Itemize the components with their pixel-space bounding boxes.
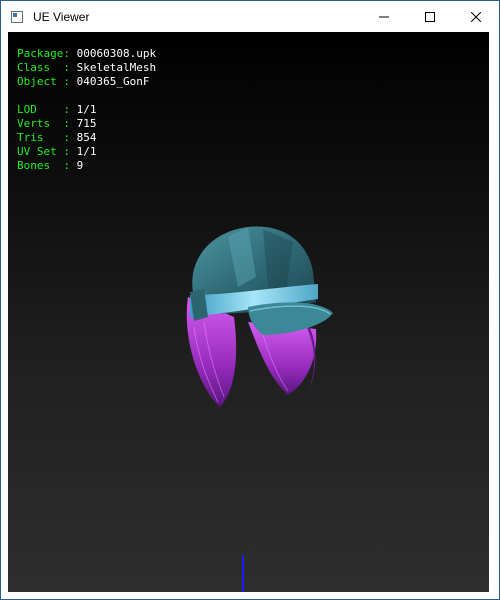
info-object: Object : 040365_GonF: [17, 75, 150, 88]
mesh-info-overlay: Package: 00060308.upk Class : SkeletalMe…: [17, 47, 156, 173]
3d-viewport[interactable]: Package: 00060308.upk Class : SkeletalMe…: [8, 32, 489, 592]
info-uvset: UV Set : 1/1: [17, 145, 97, 158]
info-lod: LOD : 1/1: [17, 103, 97, 116]
maximize-button[interactable]: [407, 1, 453, 32]
ue-viewer-window: UE Viewer Package: 00060308.upk Class: …: [0, 0, 500, 600]
info-package: Package: 00060308.upk: [17, 47, 157, 60]
info-bones: Bones : 9: [17, 159, 84, 172]
window-title: UE Viewer: [33, 9, 90, 24]
window-controls: [361, 1, 499, 32]
app-icon: [11, 10, 23, 23]
title-bar[interactable]: UE Viewer: [1, 1, 499, 32]
info-class: Class : SkeletalMesh: [17, 61, 157, 74]
minimize-button[interactable]: [361, 1, 407, 32]
z-axis-line: [242, 556, 244, 592]
close-icon: [471, 11, 481, 22]
info-tris: Tris : 854: [17, 131, 97, 144]
maximize-icon: [425, 11, 435, 22]
skeletal-mesh-render: [186, 226, 333, 407]
minimize-icon: [379, 16, 389, 17]
info-verts: Verts : 715: [17, 117, 97, 130]
close-button[interactable]: [453, 1, 499, 32]
